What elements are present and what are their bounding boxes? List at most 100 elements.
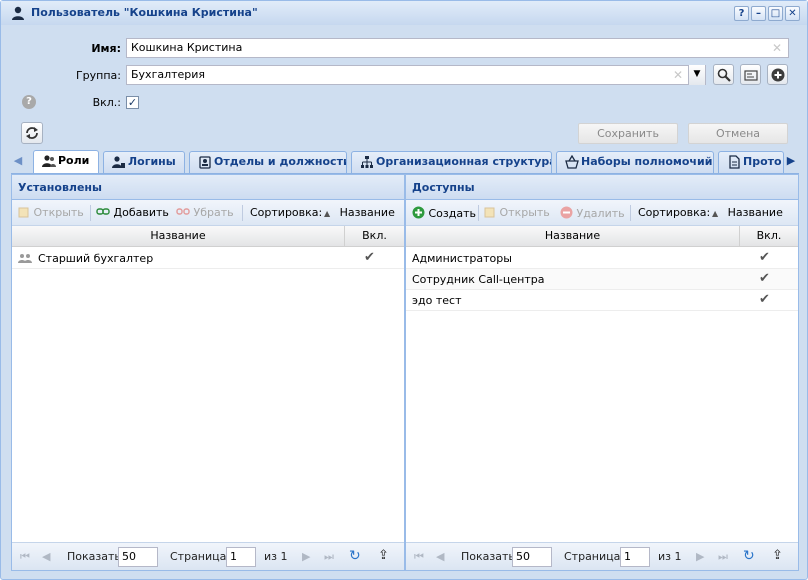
check-icon: ✔: [759, 292, 770, 307]
org-chart-icon: [361, 156, 373, 168]
open-label: Открыть: [33, 206, 84, 219]
delete-button[interactable]: Удалить: [560, 206, 625, 220]
tab-label: Наборы полномочий: [581, 155, 713, 168]
installed-toolbar: Открыть Добавить Убрать Сортировка: ▲ На…: [12, 200, 404, 226]
open-button[interactable]: Открыть: [484, 206, 550, 219]
user-icon: [12, 6, 24, 20]
export-icon[interactable]: ⇪: [378, 548, 389, 563]
table-row[interactable]: Сотрудник Call-центра ✔: [406, 269, 798, 290]
maximize-button[interactable]: □: [768, 6, 783, 21]
minimize-button[interactable]: –: [751, 6, 766, 21]
name-value: Кошкина Кристина: [131, 41, 243, 54]
table-row[interactable]: Старший бухгалтер ✔: [12, 248, 404, 269]
grid-header: Название Вкл.: [12, 226, 404, 247]
close-button[interactable]: ✕: [785, 6, 800, 21]
next-page-icon[interactable]: ▶: [696, 550, 704, 563]
save-button[interactable]: Сохранить: [578, 123, 678, 144]
group-combobox[interactable]: Бухгалтерия ✕ ▼: [126, 65, 706, 85]
name-label: Имя:: [91, 42, 121, 55]
refresh-icon[interactable]: ↻: [349, 548, 361, 564]
window-title: Пользователь "Кошкина Кристина": [31, 6, 258, 19]
column-name-header[interactable]: Название: [406, 226, 740, 247]
tab-departments[interactable]: Отделы и должности: [189, 151, 347, 173]
remove-button[interactable]: Убрать: [176, 206, 234, 219]
tab-logins[interactable]: Логины: [103, 151, 185, 173]
role-group-icon: [18, 254, 32, 263]
cancel-button[interactable]: Отмена: [688, 123, 788, 144]
page-total: из 1: [264, 550, 288, 563]
minus-circle-icon: [560, 206, 573, 219]
clear-icon[interactable]: ✕: [673, 68, 683, 82]
first-page-icon[interactable]: ⏮: [20, 550, 30, 564]
first-page-icon[interactable]: ⏮: [414, 550, 424, 564]
help-button[interactable]: ?: [734, 6, 749, 21]
sort-label: Сортировка:: [638, 206, 711, 219]
unlink-icon: [176, 208, 190, 215]
tab-label: Роли: [58, 154, 90, 167]
page-size-input[interactable]: 50: [118, 547, 158, 567]
page-label: Страница: [170, 550, 227, 563]
create-label: Создать: [428, 207, 477, 220]
create-button[interactable]: Создать: [412, 206, 476, 220]
row-name: Сотрудник Call-центра: [412, 273, 545, 286]
tab-label: Логины: [128, 155, 176, 168]
name-input[interactable]: Кошкина Кристина ✕: [126, 38, 789, 58]
group-label: Группа:: [75, 69, 121, 82]
tab-label: Отделы и должности: [214, 155, 347, 168]
sort-field-button[interactable]: ▲ Название: [712, 206, 783, 219]
toolbar-separator: [90, 205, 91, 221]
user-key-icon: [112, 156, 125, 168]
link-icon: [96, 208, 110, 215]
add-group-button[interactable]: [767, 64, 788, 85]
prev-page-icon[interactable]: ◀: [436, 550, 444, 563]
clear-icon[interactable]: ✕: [772, 41, 782, 55]
open-button[interactable]: Открыть: [18, 206, 84, 219]
next-page-icon[interactable]: ▶: [302, 550, 310, 563]
page-input[interactable]: 1: [226, 547, 256, 567]
page-size-label: Показать: [461, 550, 515, 563]
add-button[interactable]: Добавить: [96, 206, 169, 219]
tab-protocol[interactable]: Прото: [718, 151, 784, 173]
search-button[interactable]: [713, 64, 734, 85]
last-page-icon[interactable]: ⏭: [324, 550, 334, 564]
table-row[interactable]: эдо тест ✔: [406, 290, 798, 311]
page-input[interactable]: 1: [620, 547, 650, 567]
prev-page-icon[interactable]: ◀: [42, 550, 50, 563]
table-row[interactable]: Администраторы ✔: [406, 248, 798, 269]
check-icon: ✔: [364, 250, 375, 265]
open-label: Открыть: [499, 206, 550, 219]
title-bar[interactable]: Пользователь "Кошкина Кристина" ? – □ ✕: [1, 1, 807, 25]
row-name: эдо тест: [412, 294, 462, 307]
tab-label: Организационная структура: [376, 155, 552, 168]
tab-roles[interactable]: Роли: [33, 150, 99, 174]
sort-field-label: Название: [727, 206, 783, 219]
open-card-button[interactable]: [740, 64, 761, 85]
tab-scroll-left-icon[interactable]: ◀: [12, 153, 24, 169]
column-enabled-header[interactable]: Вкл.: [345, 226, 404, 247]
export-icon[interactable]: ⇪: [772, 548, 783, 563]
available-toolbar: Создать Открыть Удалить Сортировка: ▲ На…: [406, 200, 798, 226]
enabled-checkbox[interactable]: ✓: [126, 96, 139, 109]
tab-org-structure[interactable]: Организационная структура: [351, 151, 552, 173]
sort-asc-icon: ▲: [712, 209, 719, 218]
refresh-icon[interactable]: ↻: [743, 548, 755, 564]
chevron-down-icon[interactable]: ▼: [688, 65, 705, 85]
sort-field-button[interactable]: ▲ Название: [324, 206, 395, 219]
refresh-button[interactable]: [21, 122, 43, 144]
page-size-label: Показать: [67, 550, 121, 563]
column-name-header[interactable]: Название: [12, 226, 345, 247]
basket-icon: [565, 155, 579, 169]
tab-permission-sets[interactable]: Наборы полномочий: [556, 151, 714, 173]
folder-icon: [484, 207, 495, 218]
sort-field-label: Название: [339, 206, 395, 219]
column-enabled-header[interactable]: Вкл.: [740, 226, 798, 247]
panel-title: Доступны: [406, 175, 798, 200]
toolbar-separator: [630, 205, 631, 221]
tab-scroll-right-icon[interactable]: ▶: [785, 153, 797, 169]
group-value: Бухгалтерия: [131, 68, 206, 81]
user-dialog-window: Пользователь "Кошкина Кристина" ? – □ ✕ …: [0, 0, 808, 580]
row-name: Администраторы: [412, 252, 512, 265]
refresh-icon: [26, 127, 38, 139]
page-size-input[interactable]: 50: [512, 547, 552, 567]
last-page-icon[interactable]: ⏭: [718, 550, 728, 564]
